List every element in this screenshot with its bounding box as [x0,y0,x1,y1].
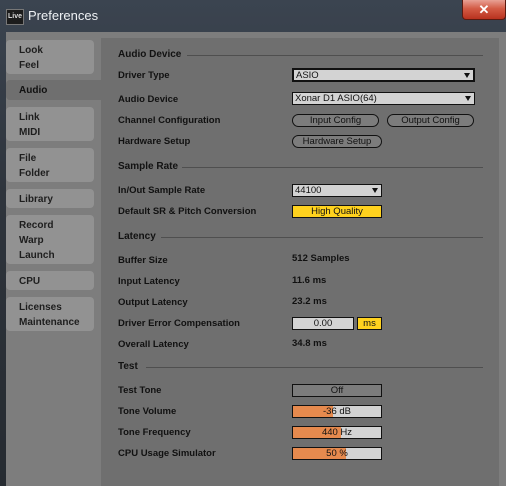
chevron-down-icon [372,188,378,193]
audio-preferences-panel: Audio Device Driver Type ASIO Audio Devi… [101,38,499,486]
close-button[interactable]: ✕ [462,0,506,20]
hardware-setup-button[interactable]: Hardware Setup [292,135,382,148]
output-config-button[interactable]: Output Config [387,114,474,127]
tab-label: Look [19,45,43,56]
buffer-size-label: Buffer Size [118,255,168,266]
sr-conversion-toggle[interactable]: High Quality [292,205,382,218]
live-app-icon: Live [6,9,24,25]
cpu-usage-simulator-label: CPU Usage Simulator [118,448,216,459]
section-divider [146,367,483,368]
tab-label: Feel [19,60,40,71]
tab-label: Folder [19,168,50,179]
channel-configuration-label: Channel Configuration [118,115,221,126]
output-latency-label: Output Latency [118,297,188,308]
hardware-setup-label: Hardware Setup [118,136,191,147]
driver-error-compensation-value: 0.00 [313,318,333,329]
tab-link-midi[interactable]: Link MIDI [6,107,94,141]
tab-label: Launch [19,250,55,261]
tab-licenses-maintenance[interactable]: Licenses Maintenance [6,297,94,331]
section-divider [161,237,483,238]
driver-type-label: Driver Type [118,70,170,81]
section-title-sample-rate: Sample Rate [118,161,179,172]
overall-latency-value: 34.8 ms [292,338,327,349]
cpu-usage-slider[interactable]: 50 % [292,447,382,460]
tab-label: MIDI [19,127,41,138]
driver-type-dropdown[interactable]: ASIO [292,68,475,82]
preferences-window: Live Preferences ✕ Look Feel Audio Link … [0,0,506,486]
chevron-down-icon [464,73,470,78]
tab-label: Link [19,112,40,123]
test-tone-toggle[interactable]: Off [292,384,382,397]
tab-label: Audio [19,85,48,96]
window-title: Preferences [28,8,99,23]
driver-error-compensation-label: Driver Error Compensation [118,318,240,329]
in-out-sample-rate-label: In/Out Sample Rate [118,185,206,196]
section-divider [187,55,483,56]
output-latency-value: 23.2 ms [292,296,327,307]
tab-cpu[interactable]: CPU [6,271,94,290]
sample-rate-value: 44100 [295,185,322,196]
tab-label: CPU [19,276,41,287]
buffer-size-value: 512 Samples [292,253,350,264]
audio-device-label: Audio Device [118,94,179,105]
input-latency-value: 11.6 ms [292,275,327,286]
section-title-test: Test [118,361,138,372]
tone-frequency-label: Tone Frequency [118,427,191,438]
title-bar[interactable]: Live Preferences ✕ [0,0,506,32]
tab-look-feel[interactable]: Look Feel [6,40,94,74]
audio-device-dropdown[interactable]: Xonar D1 ASIO(64) [292,92,475,105]
driver-type-value: ASIO [296,70,319,81]
tab-file-folder[interactable]: File Folder [6,148,94,182]
tab-label: Licenses [19,302,62,313]
tone-volume-value: -36 dB [323,406,351,417]
section-divider [182,167,483,168]
tab-library[interactable]: Library [6,189,94,208]
tone-volume-label: Tone Volume [118,406,177,417]
tab-label: Maintenance [19,317,80,328]
input-latency-label: Input Latency [118,276,180,287]
tab-label: Record [19,220,54,231]
cpu-usage-value: 50 % [326,448,348,459]
default-sr-label: Default SR & Pitch Conversion [118,206,257,217]
test-tone-value: Off [330,385,344,396]
chevron-down-icon [465,96,471,101]
test-tone-label: Test Tone [118,385,162,396]
section-title-audio-device: Audio Device [118,49,182,60]
section-title-latency: Latency [118,231,156,242]
audio-device-value: Xonar D1 ASIO(64) [295,93,377,104]
tab-record-warp-launch[interactable]: Record Warp Launch [6,215,94,264]
tab-label: Library [19,194,53,205]
tone-volume-slider[interactable]: -36 dB [292,405,382,418]
driver-error-unit-toggle[interactable]: ms [357,317,382,330]
tab-label: File [19,153,37,164]
sample-rate-dropdown[interactable]: 44100 [292,184,382,197]
tab-audio[interactable]: Audio [6,80,104,100]
driver-error-compensation-field[interactable]: 0.00 [292,317,354,330]
tone-frequency-value: 440 Hz [321,427,353,438]
overall-latency-label: Overall Latency [118,339,189,350]
tone-frequency-slider[interactable]: 440 Hz [292,426,382,439]
input-config-button[interactable]: Input Config [292,114,379,127]
tab-label: Warp [19,235,44,246]
